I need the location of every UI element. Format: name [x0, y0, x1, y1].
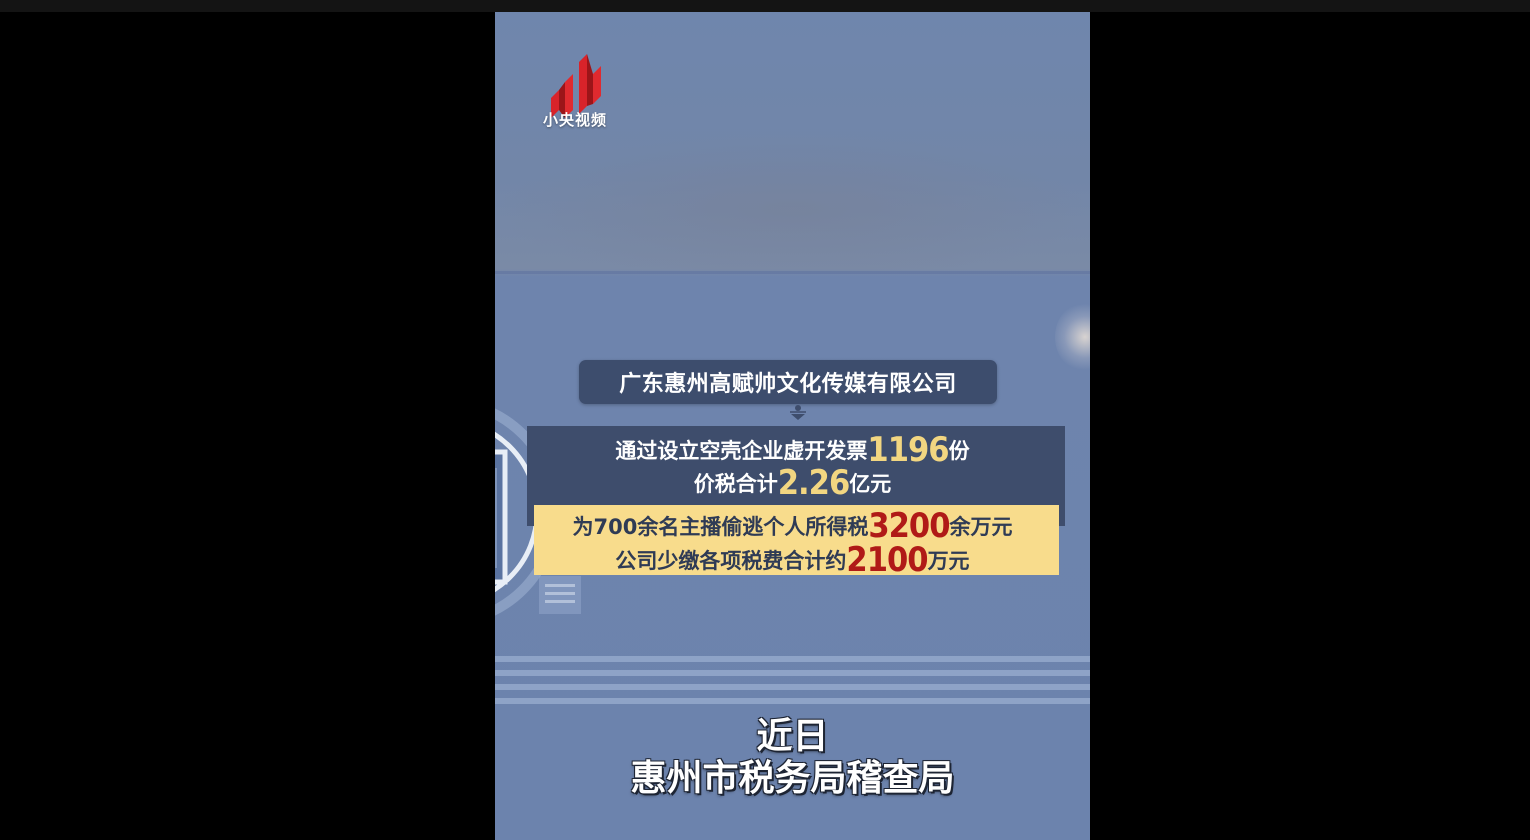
decorative-glow	[1055, 302, 1090, 372]
background-divider	[495, 271, 1090, 274]
video-frame[interactable]: 小央视频 广东惠州高赋帅文化传媒有限公司 通过设立空壳企业虚开发票1196份 价…	[495, 12, 1090, 840]
top-bar	[0, 0, 1530, 12]
fact-line-unpaid: 公司少缴各项税费合计约2100万元	[615, 540, 970, 580]
total-amount: 2.26	[777, 463, 850, 503]
background-blur	[495, 132, 1090, 272]
fact-line-total: 价税合计2.26亿元	[693, 463, 892, 503]
company-name: 广东惠州高赋帅文化传媒有限公司	[619, 372, 957, 397]
document-icon	[539, 576, 581, 614]
unpaid-tax-amount: 2100	[846, 540, 928, 580]
company-label: 广东惠州高赋帅文化传媒有限公司	[579, 360, 997, 404]
arrow-down-icon	[790, 405, 806, 420]
decorative-stripes	[495, 656, 1090, 716]
subtitle-line-2: 惠州市税务局稽查局	[630, 757, 955, 799]
subtitle-line-1: 近日	[756, 715, 829, 757]
logo-label: 小央视频	[543, 111, 608, 129]
